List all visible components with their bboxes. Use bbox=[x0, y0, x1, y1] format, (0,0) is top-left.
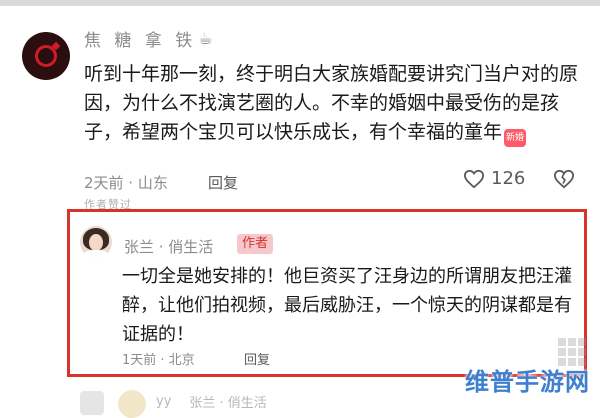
logo-cell bbox=[568, 348, 576, 356]
dislike-button[interactable] bbox=[553, 169, 575, 193]
author-badge: 作者 bbox=[237, 234, 273, 254]
logo-cell bbox=[578, 348, 586, 356]
next-commenter-name[interactable]: yy bbox=[156, 394, 171, 409]
like-button[interactable]: 126 bbox=[463, 168, 525, 189]
next-commenter-avatar[interactable] bbox=[80, 390, 104, 415]
logo-cell bbox=[558, 348, 566, 356]
author-avatar[interactable] bbox=[80, 226, 112, 258]
sticker-emoji: 新婚 bbox=[504, 129, 527, 147]
commenter-name-text: 焦 糖 拿 铁 bbox=[84, 31, 197, 51]
commenter-name[interactable]: 焦 糖 拿 铁 ☕ bbox=[84, 26, 213, 51]
author-reply-time-location: 1天前 · 北京 bbox=[122, 353, 195, 368]
comment-text: 听到十年那一刻，终于明白大家族婚配要讲究门当户对的原因，为什么不找演艺圈的人。不… bbox=[84, 60, 584, 147]
commenter-avatar[interactable] bbox=[22, 32, 70, 80]
site-watermark: 维普手游网 bbox=[465, 368, 590, 396]
avatar-body bbox=[84, 250, 108, 258]
coffee-icon: ☕ bbox=[198, 29, 213, 48]
author-reply-text: 一切全是她安排的！他巨资买了汪身边的所谓朋友把汪灌醉，让他们拍视频，最后威胁汪，… bbox=[122, 266, 572, 345]
heart-icon bbox=[463, 169, 485, 188]
like-count: 126 bbox=[491, 168, 526, 189]
top-status-strip bbox=[0, 0, 600, 6]
next-reply-avatar[interactable] bbox=[118, 389, 146, 418]
avatar-face bbox=[89, 234, 103, 251]
logo-cell bbox=[568, 338, 576, 346]
author-name[interactable]: 张兰 · 俏生活 bbox=[124, 236, 213, 257]
broken-heart-icon bbox=[553, 169, 575, 189]
reply-button[interactable]: 回复 bbox=[208, 172, 238, 193]
next-reply-name[interactable]: 张兰 · 俏生活 bbox=[189, 392, 266, 411]
logo-cell bbox=[578, 338, 586, 346]
male-symbol-icon bbox=[35, 45, 57, 67]
author-reply-button[interactable]: 回复 bbox=[244, 349, 270, 368]
logo-cell bbox=[558, 338, 566, 346]
comment-time-location: 2天前 · 山东 bbox=[84, 174, 168, 192]
